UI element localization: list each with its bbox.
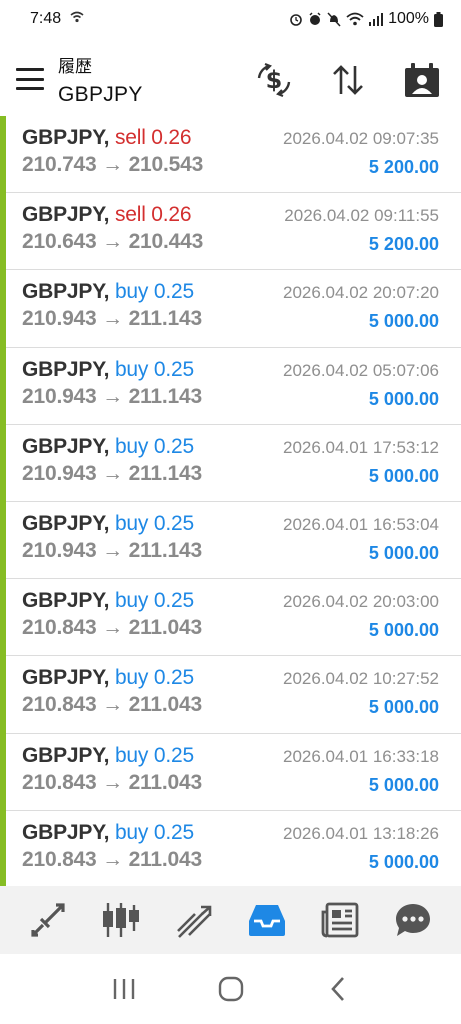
currency-exchange-icon[interactable]: $ [254, 60, 294, 100]
trade-time: 2026.04.01 17:53:12 [283, 437, 439, 457]
trade-symbol: GBPJPY, [22, 511, 110, 535]
trade-side: buy 0.25 [114, 743, 194, 767]
trade-prices: 210.943 → 211.143 [22, 307, 202, 331]
trade-time: 2026.04.02 10:27:52 [283, 669, 439, 689]
page-title: GBPJPY [58, 83, 143, 106]
news-icon[interactable] [318, 898, 362, 942]
calendar-icon[interactable] [402, 60, 442, 100]
trade-row[interactable]: GBPJPY, buy 0.25 210.943 → 211.143 2026.… [0, 347, 461, 425]
battery-percent: 100% [388, 10, 429, 27]
trade-row[interactable]: GBPJPY, buy 0.25 210.843 → 211.043 2026.… [0, 579, 461, 657]
trade-row[interactable]: GBPJPY, buy 0.25 210.943 → 211.143 2026.… [0, 424, 461, 503]
wifi-call-icon [69, 10, 85, 29]
status-time: 7:48 [30, 10, 62, 27]
trade-symbol: GBPJPY, [22, 589, 110, 613]
trade-time: 2026.04.01 16:53:04 [283, 514, 439, 534]
trade-time: 2026.04.02 20:07:20 [283, 283, 439, 303]
trade-prices: 210.943 → 211.143 [22, 461, 202, 485]
messages-icon[interactable] [391, 898, 435, 942]
trade-row[interactable]: GBPJPY, buy 0.25 210.943 → 211.143 2026.… [0, 270, 461, 348]
trade-time: 2026.04.02 05:07:06 [283, 360, 439, 380]
home-icon[interactable] [211, 969, 251, 1009]
trade-prices: 210.943 → 211.143 [22, 384, 202, 408]
trade-prices: 210.843 → 211.043 [22, 847, 202, 871]
trade-profit: 5 000.00 [368, 774, 439, 795]
system-nav [0, 954, 461, 1024]
sort-icon[interactable] [328, 60, 368, 100]
trade-icon[interactable] [172, 898, 216, 942]
trade-row[interactable]: GBPJPY, buy 0.25 210.843 → 211.043 2026.… [0, 656, 461, 734]
trade-time: 2026.04.02 09:07:35 [283, 129, 439, 148]
wifi-icon [346, 12, 364, 26]
trade-symbol: GBPJPY, [22, 666, 110, 690]
header-titles: 履歴 GBPJPY [58, 52, 143, 107]
trade-prices: 210.843 → 211.043 [22, 693, 202, 717]
trade-side: sell 0.26 [114, 203, 192, 227]
trade-side: buy 0.25 [114, 434, 194, 458]
trade-side: buy 0.25 [114, 280, 194, 304]
trade-profit: 5 000.00 [368, 388, 439, 409]
trade-history-list[interactable]: GBPJPY, sell 0.26 210.743 → 210.543 2026… [0, 116, 461, 889]
chart-icon[interactable] [99, 898, 143, 942]
menu-button[interactable] [16, 68, 44, 90]
trade-symbol: GBPJPY, [22, 126, 110, 149]
trade-profit: 5 000.00 [368, 465, 439, 486]
history-icon[interactable] [245, 898, 289, 942]
trade-profit: 5 000.00 [368, 311, 439, 332]
back-icon[interactable] [318, 969, 358, 1009]
trade-row[interactable]: GBPJPY, buy 0.25 210.843 → 211.043 2026.… [0, 733, 461, 811]
mute-icon [327, 11, 341, 27]
bottom-nav [0, 886, 461, 954]
trade-symbol: GBPJPY, [22, 434, 110, 458]
page-subtitle: 履歴 [58, 57, 92, 77]
trade-time: 2026.04.01 13:18:26 [283, 823, 439, 843]
trade-profit: 5 200.00 [368, 157, 439, 177]
status-bar: 7:48 100% [0, 0, 461, 38]
trade-side: buy 0.25 [114, 589, 194, 613]
trade-profit: 5 000.00 [368, 697, 439, 718]
app-header: 履歴 GBPJPY $ [0, 38, 461, 116]
trade-side: buy 0.25 [114, 511, 194, 535]
trade-time: 2026.04.02 09:11:55 [284, 206, 439, 226]
trade-symbol: GBPJPY, [22, 203, 110, 227]
trade-profit: 5 000.00 [368, 851, 439, 872]
trade-time: 2026.04.01 16:33:18 [283, 746, 439, 766]
trade-profit: 5 000.00 [368, 620, 439, 641]
recent-apps-icon[interactable] [104, 969, 144, 1009]
trade-profit: 5 000.00 [368, 542, 439, 563]
trade-prices: 210.943 → 211.143 [22, 538, 202, 562]
alarm-clock-icon [308, 11, 322, 27]
alarm-icon [289, 12, 303, 27]
trade-row[interactable]: GBPJPY, buy 0.25 210.943 → 211.143 2026.… [0, 501, 461, 580]
trade-prices: 210.843 → 211.043 [22, 770, 202, 794]
battery-icon [434, 11, 443, 27]
trade-prices: 210.743 → 210.543 [22, 153, 204, 176]
trade-prices: 210.643 → 210.443 [22, 230, 204, 254]
signal-icon [369, 12, 384, 26]
trade-symbol: GBPJPY, [22, 743, 110, 767]
trade-side: sell 0.26 [114, 126, 192, 149]
trade-row[interactable]: GBPJPY, sell 0.26 210.643 → 210.443 2026… [0, 193, 461, 271]
trade-row[interactable]: GBPJPY, buy 0.25 210.843 → 211.043 2026.… [0, 810, 461, 889]
trade-profit: 5 200.00 [368, 234, 439, 255]
trade-time: 2026.04.02 20:03:00 [283, 592, 439, 612]
trade-prices: 210.843 → 211.043 [22, 616, 202, 640]
trade-symbol: GBPJPY, [22, 820, 110, 844]
trade-symbol: GBPJPY, [22, 357, 110, 381]
trade-row[interactable]: GBPJPY, sell 0.26 210.743 → 210.543 2026… [0, 116, 461, 194]
svg-text:$: $ [266, 66, 283, 94]
trade-side: buy 0.25 [114, 666, 194, 690]
trade-symbol: GBPJPY, [22, 280, 110, 304]
quotes-icon[interactable] [26, 898, 70, 942]
trade-side: buy 0.25 [114, 357, 194, 381]
trade-side: buy 0.25 [114, 820, 194, 844]
